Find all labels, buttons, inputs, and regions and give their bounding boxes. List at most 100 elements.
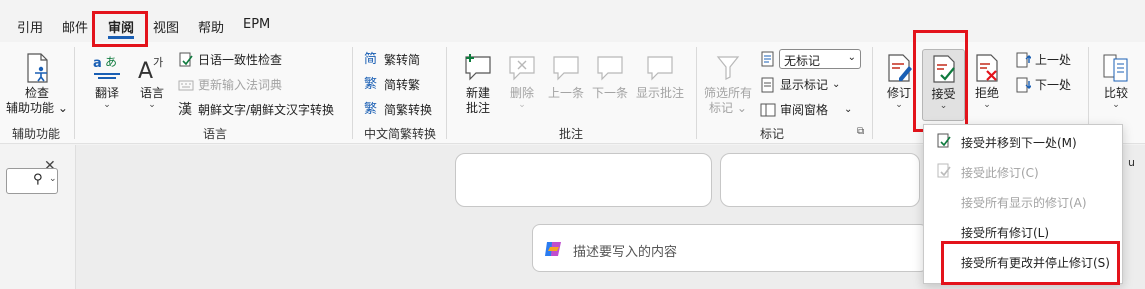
group-separator <box>352 47 353 139</box>
copilot-icon <box>545 242 561 256</box>
reject-label: 拒绝 <box>974 86 999 100</box>
hangul-hanja-convert-label: 朝鲜文字/朝鲜文汉字转换 <box>198 103 335 117</box>
show-comments-icon <box>647 56 673 81</box>
accessibility-check-icon <box>27 53 48 83</box>
markup-select-value: 无标记 <box>784 54 821 68</box>
simp-to-trad-button[interactable]: 繁 简转繁 <box>364 76 420 93</box>
translate-button[interactable]: a あ 翻译 ⌄ <box>86 52 128 110</box>
comments-group-label: 批注 <box>559 127 584 141</box>
chinese-convert-button[interactable]: 繁 简繁转换 <box>364 101 432 118</box>
track-changes-label: 修订 <box>886 86 911 100</box>
show-markup-label: 显示标记 <box>780 78 829 92</box>
trad-to-simp-label: 繁转简 <box>384 53 421 67</box>
review-pane-icon <box>760 103 776 116</box>
tab-epm[interactable]: EPM <box>243 17 270 32</box>
update-ime-dictionary-button[interactable]: 更新输入法词典 <box>178 76 282 93</box>
review-pane-button[interactable]: 审阅窗格 ⌄ <box>760 101 852 118</box>
accept-all-stop-highlight-box <box>941 241 1120 285</box>
review-tab-highlight-box <box>92 11 148 47</box>
chevron-down-icon: ⌄ <box>895 100 903 110</box>
reject-button[interactable]: 拒绝 ⌄ <box>970 52 1004 110</box>
language-label: 语言 <box>139 86 164 100</box>
show-comments-label: 显示批注 <box>635 86 684 100</box>
filter-markup-label-2: 标记 ⌄ <box>709 101 747 115</box>
reject-icon <box>976 54 998 82</box>
accept-move-next-icon <box>937 133 951 148</box>
chinese-group-label: 中文简繁转换 <box>364 127 437 141</box>
document-card[interactable] <box>720 153 920 207</box>
new-comment-label-2: 批注 <box>465 101 490 115</box>
previous-change-button[interactable]: 上一处 <box>1015 51 1071 68</box>
trad-to-simp-button[interactable]: 简 繁转简 <box>364 51 420 68</box>
translate-icon: a あ <box>93 55 120 79</box>
previous-comment-icon <box>553 56 579 81</box>
hangul-hanja-convert-button[interactable]: 漢 朝鲜文字/朝鲜文汉字转换 <box>178 101 334 118</box>
menu-item-label: 接受所有修订(L) <box>961 226 1050 240</box>
track-changes-button[interactable]: 修订 ⌄ <box>882 52 916 110</box>
group-separator <box>696 47 697 139</box>
copilot-prompt-placeholder: 描述要写入的内容 <box>573 245 678 260</box>
menu-item-accept-and-move-next[interactable]: 接受并移到下一处(M) <box>924 127 1124 155</box>
previous-comment-label: 上一条 <box>547 86 584 100</box>
next-comment-icon <box>597 56 623 81</box>
chevron-down-icon: ⌄ <box>148 100 156 110</box>
dialog-launcher-icon[interactable]: ⧉ <box>857 126 864 137</box>
next-change-button[interactable]: 下一处 <box>1015 76 1071 93</box>
menu-item-accept-this-change[interactable]: 接受此修订(C) <box>924 157 1124 185</box>
next-change-label: 下一处 <box>1035 78 1072 92</box>
svg-text:a: a <box>93 56 102 71</box>
navigation-search-input[interactable]: ⚲ ⌄ <box>6 168 58 194</box>
show-comments-button[interactable]: 显示批注 <box>634 52 686 101</box>
chevron-down-icon: ⌄ <box>49 174 57 184</box>
trad-to-simp-icon: 简 <box>364 51 378 67</box>
document-card[interactable] <box>455 153 712 207</box>
language-icon: A 가 <box>138 56 163 84</box>
compare-button[interactable]: 比较 ⌄ <box>1096 52 1136 110</box>
group-separator <box>872 47 873 139</box>
tracking-group-label: 标记 <box>760 127 785 141</box>
hanja-icon: 漢 <box>178 101 192 118</box>
copilot-prompt-box[interactable]: 描述要写入的内容 <box>532 224 928 272</box>
show-markup-button[interactable]: 显示标记 ⌄ <box>760 76 840 93</box>
delete-comment-button[interactable]: 删除 ⌄ <box>504 52 540 110</box>
search-icon: ⚲ <box>33 172 43 187</box>
tab-view[interactable]: 视图 <box>153 17 179 36</box>
menu-item-label: 接受所有显示的修订(A) <box>961 196 1087 210</box>
chevron-down-icon: ⌄ <box>983 100 991 110</box>
group-separator <box>74 47 75 139</box>
right-edge-text-fragment: u <box>1128 156 1135 169</box>
simp-to-trad-label: 简转繁 <box>384 78 421 92</box>
svg-text:A: A <box>138 59 153 84</box>
chevron-down-icon: ⌄ <box>832 79 841 90</box>
chevron-down-icon: ⌄ <box>847 52 856 63</box>
tab-references[interactable]: 引用 <box>17 17 43 36</box>
filter-icon <box>716 56 740 80</box>
group-separator <box>446 47 447 139</box>
accessibility-label-2: 辅助功能 ⌄ <box>6 101 68 115</box>
update-ime-dictionary-label: 更新输入法词典 <box>198 78 283 92</box>
accept-highlight-box <box>913 30 968 132</box>
chevron-down-icon: ⌄ <box>103 100 111 110</box>
menu-item-accept-all-shown[interactable]: 接受所有显示的修订(A) <box>924 187 1124 215</box>
consistency-check-icon <box>179 52 193 66</box>
menu-item-label: 接受此修订(C) <box>961 166 1039 180</box>
chinese-convert-label: 简繁转换 <box>384 103 433 117</box>
chinese-convert-icon: 繁 <box>364 101 378 117</box>
filter-markup-button[interactable]: 筛选所有 标记 ⌄ <box>702 52 754 116</box>
previous-comment-button[interactable]: 上一条 <box>546 52 586 101</box>
tab-mailings[interactable]: 邮件 <box>62 17 88 36</box>
tab-help[interactable]: 帮助 <box>198 17 224 36</box>
accept-change-icon <box>937 163 951 178</box>
markup-select[interactable]: 无标记 ⌄ <box>779 49 861 69</box>
translate-label: 翻译 <box>94 86 119 100</box>
new-comment-button[interactable]: 新建 批注 <box>458 52 498 116</box>
japanese-consistency-check-button[interactable]: 日语一致性检查 <box>178 51 282 68</box>
language-button[interactable]: A 가 语言 ⌄ <box>134 52 170 110</box>
check-accessibility-button[interactable]: 检查 辅助功能 ⌄ <box>6 52 68 116</box>
compare-label: 比较 <box>1103 86 1128 100</box>
next-comment-button[interactable]: 下一条 <box>590 52 630 101</box>
delete-comment-label: 删除 <box>509 86 534 100</box>
language-group-label: 语言 <box>203 127 228 141</box>
new-comment-label-1: 新建 <box>465 86 490 100</box>
accessibility-group-label: 辅助功能 <box>12 127 61 141</box>
